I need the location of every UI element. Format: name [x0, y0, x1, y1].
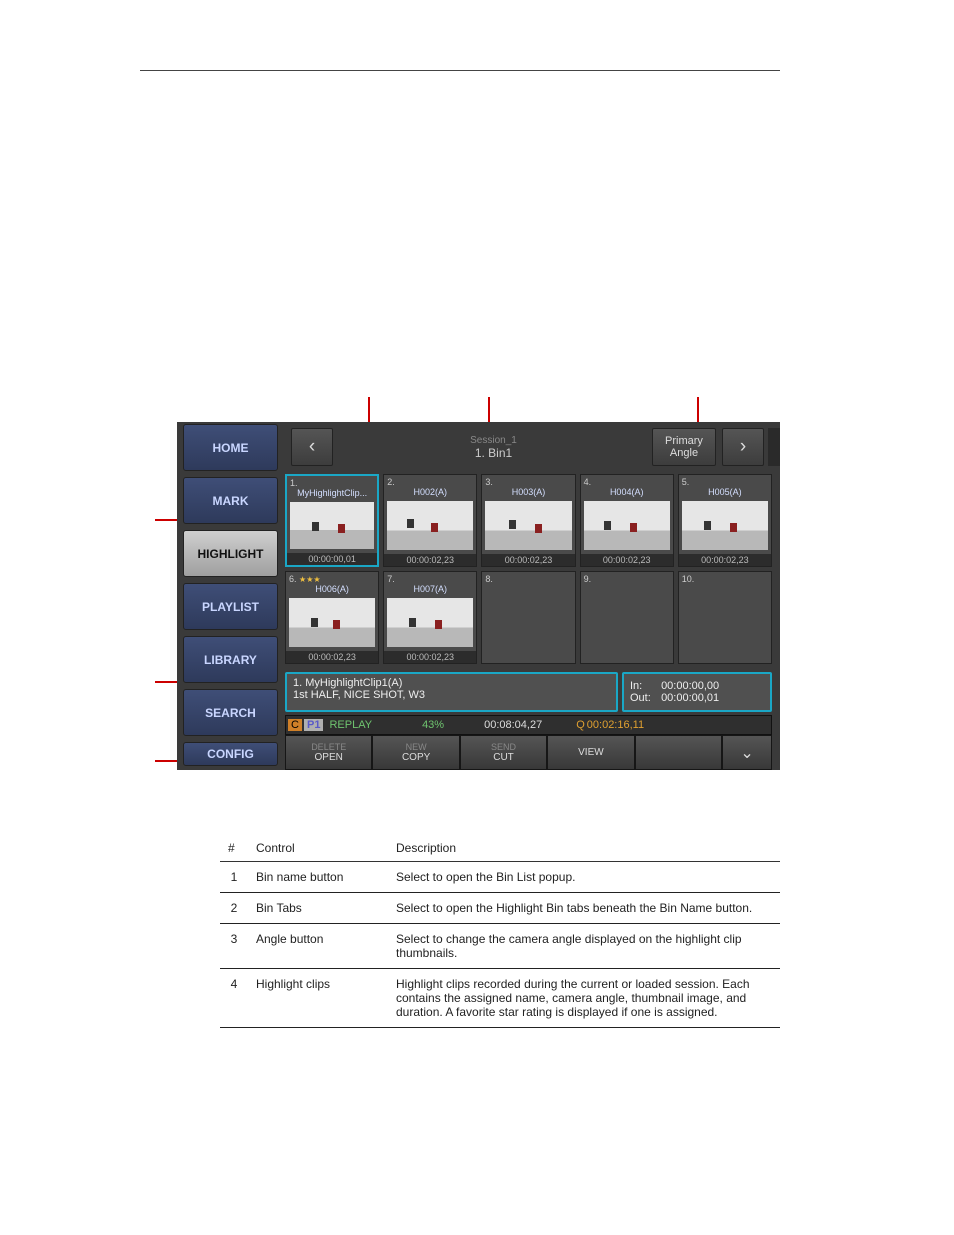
- chevron-down-icon: ⌄: [740, 743, 753, 763]
- table-header: Control: [248, 835, 388, 862]
- highlight-screen: HOME MARK HIGHLIGHT PLAYLIST LIBRARY SEA…: [177, 422, 780, 770]
- highlight-clip[interactable]: 2. H002(A) 00:00:02,23: [383, 474, 477, 567]
- clip-thumbnail: [290, 502, 374, 549]
- clip-duration: 00:00:00,01: [287, 553, 377, 565]
- highlight-clip[interactable]: 5. H005(A) 00:00:02,23: [678, 474, 772, 567]
- nav-config[interactable]: CONFIG: [183, 742, 278, 766]
- table-row: 1 Bin name button Select to open the Bin…: [220, 862, 780, 893]
- clip-thumbnail: [387, 501, 473, 550]
- clip-duration: 00:00:02,23: [679, 554, 771, 566]
- chevron-left-icon: ‹: [309, 436, 315, 458]
- status-timecode: 00:08:04,27: [484, 719, 542, 731]
- spacer: [768, 428, 780, 466]
- softkey-bar: DELETE OPEN NEW COPY SEND CUT VIEW ⌄: [285, 735, 772, 770]
- bin-prev[interactable]: ‹: [291, 428, 333, 466]
- nav-playlist[interactable]: PLAYLIST: [183, 583, 278, 630]
- status-q-icon: Q: [576, 719, 585, 731]
- table-header: Description: [388, 835, 780, 862]
- status-p1-badge: P1: [304, 719, 323, 731]
- status-speed: 43%: [422, 719, 444, 731]
- bin-header: ‹ Session_1 1. Bin1 Primary Angle ›: [287, 422, 780, 472]
- page-header-rule: [140, 70, 780, 71]
- clip-info-panel: 1. MyHighlightClip1(A) 1st HALF, NICE SH…: [285, 672, 772, 712]
- softkey-view[interactable]: VIEW: [547, 735, 634, 770]
- softkey-more[interactable]: ⌄: [722, 735, 772, 770]
- highlight-grid: 1. MyHighlightClip... 00:00:00,01 2. H00…: [285, 474, 772, 664]
- angle-button[interactable]: Primary Angle: [652, 428, 716, 466]
- clip-duration: 00:00:02,23: [482, 554, 574, 566]
- table-row: 2 Bin Tabs Select to open the Highlight …: [220, 893, 780, 924]
- callout-line: [368, 397, 370, 422]
- nav-highlight[interactable]: HIGHLIGHT: [183, 530, 278, 577]
- highlight-clip-empty[interactable]: 10.: [678, 571, 772, 664]
- status-mode: REPLAY: [329, 719, 372, 731]
- clip-thumbnail: [682, 501, 768, 550]
- softkey-blank[interactable]: [635, 735, 722, 770]
- softkey-cut[interactable]: SEND CUT: [460, 735, 547, 770]
- clip-info-tc[interactable]: In: 00:00:00,00 Out: 00:00:00,01: [622, 672, 772, 712]
- highlight-clip[interactable]: 1. MyHighlightClip... 00:00:00,01: [285, 474, 379, 567]
- clip-thumbnail: [387, 598, 473, 647]
- clip-info-name[interactable]: 1. MyHighlightClip1(A) 1st HALF, NICE SH…: [285, 672, 618, 712]
- table-header: #: [220, 835, 248, 862]
- highlight-clip-empty[interactable]: 8.: [481, 571, 575, 664]
- softkey-open[interactable]: DELETE OPEN: [285, 735, 372, 770]
- clip-duration: 00:00:02,23: [384, 554, 476, 566]
- controls-table: # Control Description 1 Bin name button …: [220, 835, 780, 1028]
- clip-thumbnail: [289, 598, 375, 647]
- bin-next[interactable]: ›: [722, 428, 764, 466]
- nav-library[interactable]: LIBRARY: [183, 636, 278, 683]
- session-label: Session_1: [337, 435, 650, 446]
- clip-thumbnail: [584, 501, 670, 550]
- clip-duration: 00:00:02,23: [384, 651, 476, 663]
- highlight-clip[interactable]: 7. H007(A) 00:00:02,23: [383, 571, 477, 664]
- chevron-right-icon: ›: [740, 436, 746, 458]
- bin-name-button[interactable]: Session_1 1. Bin1: [337, 435, 650, 460]
- bin-label: 1. Bin1: [337, 446, 650, 460]
- status-cue-timecode: 00:02:16,11: [587, 719, 644, 731]
- highlight-clip-empty[interactable]: 9.: [580, 571, 674, 664]
- star-rating-icon: ★★★: [299, 575, 321, 584]
- nav-home[interactable]: HOME: [183, 424, 278, 471]
- clip-thumbnail: [485, 501, 571, 550]
- highlight-clip[interactable]: 6. ★★★ H006(A) 00:00:02,23: [285, 571, 379, 664]
- callout-line: [488, 397, 490, 422]
- callout-line: [697, 397, 699, 422]
- transport-status: C P1 REPLAY 43% 00:08:04,27 Q 00:02:16,1…: [285, 715, 772, 735]
- status-c-badge: C: [288, 719, 302, 731]
- clip-duration: 00:00:02,23: [581, 554, 673, 566]
- table-row: 4 Highlight clips Highlight clips record…: [220, 969, 780, 1028]
- side-nav: HOME MARK HIGHLIGHT PLAYLIST LIBRARY SEA…: [177, 422, 282, 770]
- nav-search[interactable]: SEARCH: [183, 689, 278, 736]
- nav-mark[interactable]: MARK: [183, 477, 278, 524]
- table-row: 3 Angle button Select to change the came…: [220, 924, 780, 969]
- highlight-clip[interactable]: 3. H003(A) 00:00:02,23: [481, 474, 575, 567]
- clip-duration: 00:00:02,23: [286, 651, 378, 663]
- softkey-copy[interactable]: NEW COPY: [372, 735, 459, 770]
- highlight-clip[interactable]: 4. H004(A) 00:00:02,23: [580, 474, 674, 567]
